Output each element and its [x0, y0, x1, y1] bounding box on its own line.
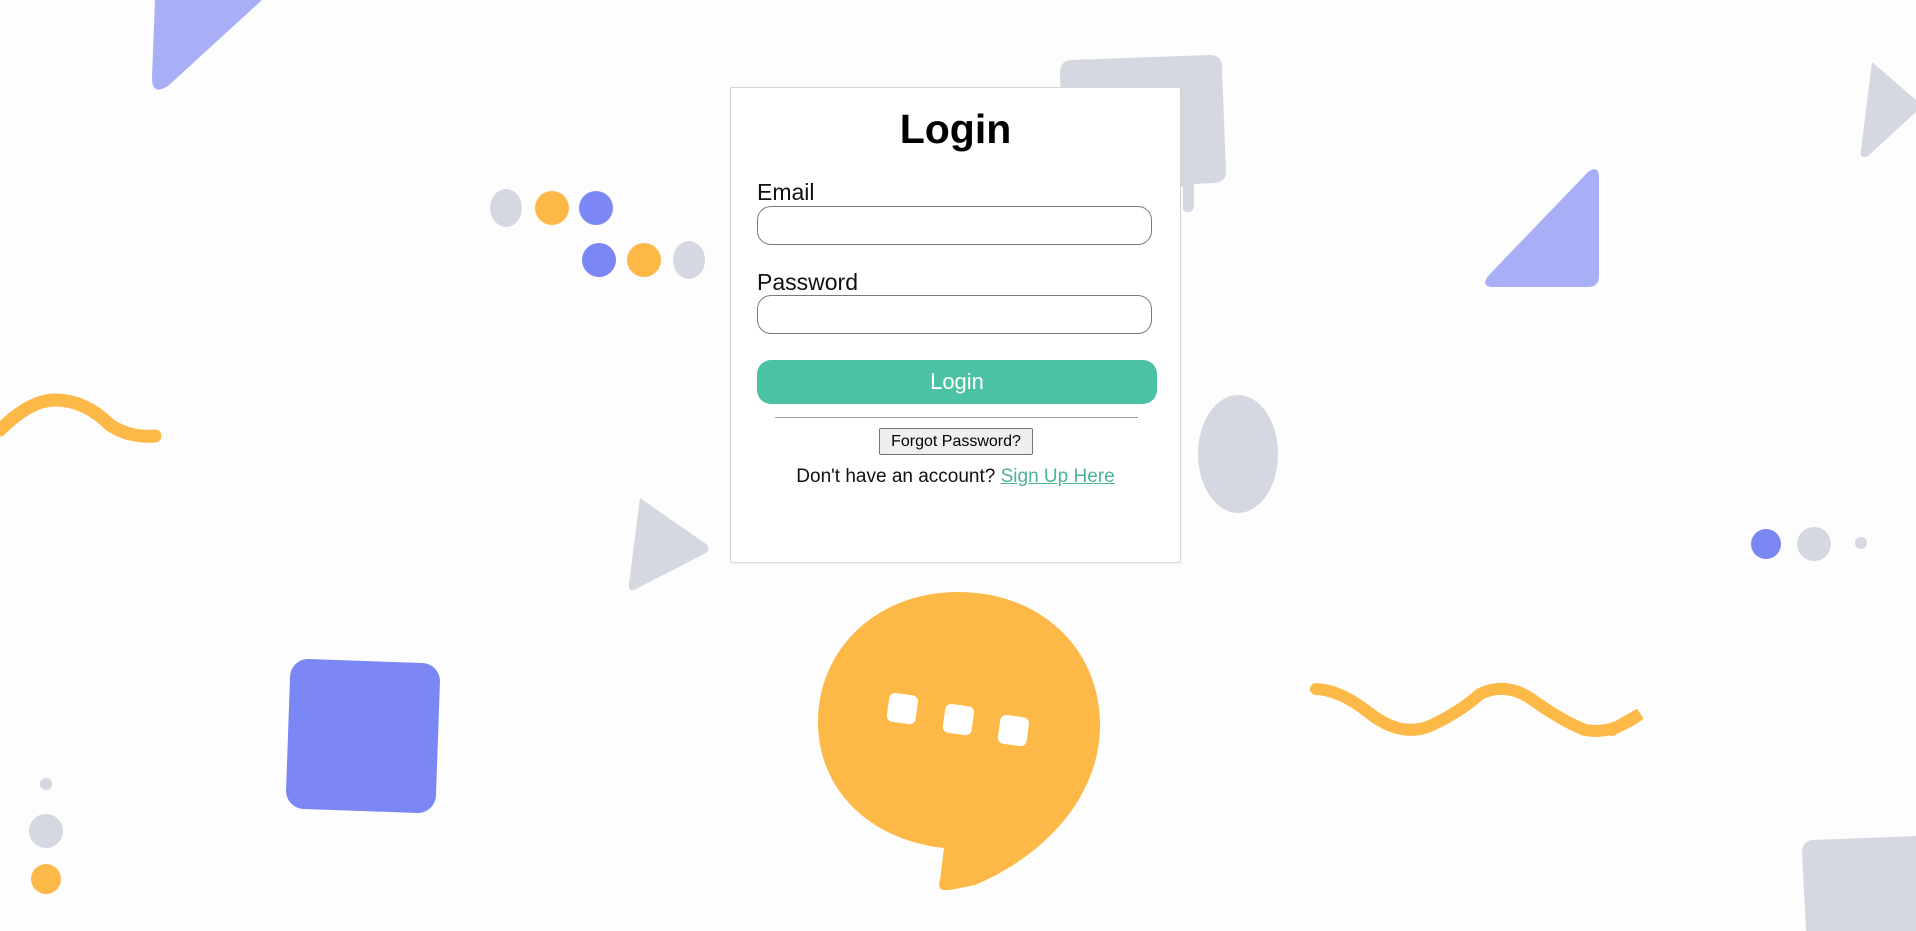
oval-shape: [1198, 395, 1278, 513]
password-label: Password: [757, 269, 858, 295]
dot-cluster: [490, 189, 705, 279]
triangle-shape: [628, 498, 709, 591]
login-title: Login: [899, 106, 1012, 152]
chat-bubble-icon: [818, 592, 1100, 891]
wave-squiggle: [1310, 682, 1644, 737]
password-field[interactable]: [757, 295, 1152, 334]
forgot-password-button[interactable]: Forgot Password?: [879, 428, 1033, 455]
rounded-square-shape: [286, 659, 440, 813]
triangle-shape: [1860, 62, 1916, 158]
dot-cluster: [1751, 527, 1867, 561]
signup-row: Don't have an account? Sign Up Here: [731, 466, 1180, 488]
login-button[interactable]: Login: [757, 360, 1157, 404]
rounded-square-shape: [1802, 836, 1916, 931]
signup-link[interactable]: Sign Up Here: [1001, 466, 1115, 487]
triangle-shape: [1485, 169, 1599, 287]
signup-prompt: Don't have an account?: [796, 466, 996, 487]
email-field[interactable]: [757, 206, 1152, 245]
triangle-shape: [152, 0, 262, 90]
login-card: Login Email Password Login Forgot Passwo…: [730, 87, 1181, 563]
wave-squiggle: [0, 393, 162, 443]
login-page: Login Email Password Login Forgot Passwo…: [0, 0, 1916, 931]
divider: [775, 417, 1138, 418]
dot-cluster: [29, 778, 63, 894]
email-label: Email: [757, 179, 815, 205]
